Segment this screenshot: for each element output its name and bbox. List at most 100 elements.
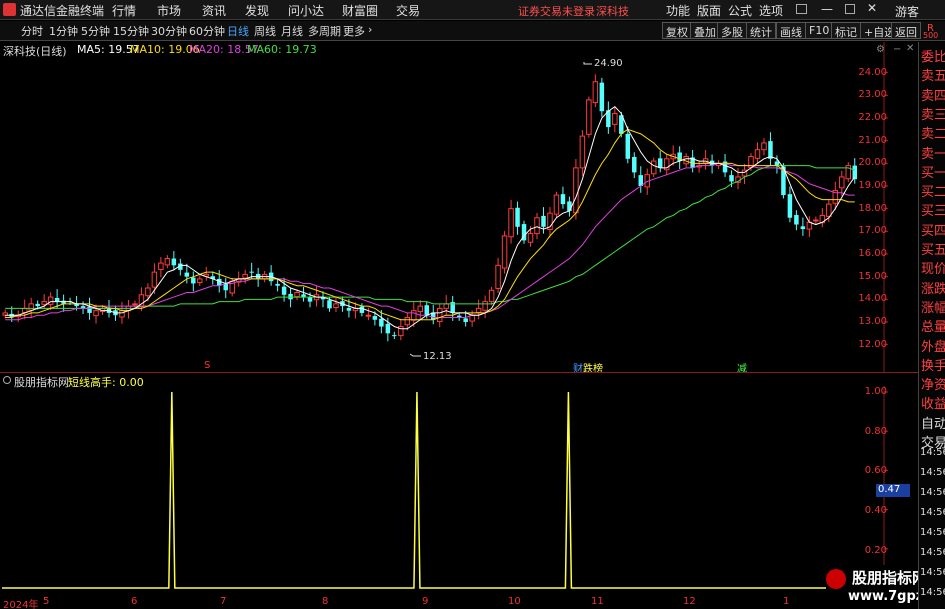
side-label: 买四	[921, 223, 945, 239]
menu-faxian[interactable]: 发现	[245, 2, 269, 19]
period-monthly[interactable]: 月线	[281, 23, 303, 39]
period-60min[interactable]: 60分钟	[189, 23, 225, 39]
date-label: 1	[783, 596, 790, 607]
high-price-label: 24.90	[594, 58, 623, 69]
indicator-toggle-icon[interactable]	[3, 376, 11, 384]
f10-button[interactable]: F10	[805, 22, 834, 39]
price-tick: 16.00	[858, 248, 887, 259]
date-label: 11	[591, 596, 604, 607]
user-label[interactable]: 游客	[895, 3, 919, 20]
date-axis: 2024年 5 6 7 8 9 10 11 12 1	[0, 596, 918, 609]
price-tick: 20.00	[858, 157, 887, 169]
price-tick: 24.00	[858, 66, 887, 78]
watermark-title: 股朋指标网	[852, 569, 928, 587]
side-time: 14:56	[920, 487, 945, 498]
period-5min[interactable]: 5分钟	[81, 23, 110, 39]
ind-axis-2: 0.80	[864, 426, 887, 437]
side-label: 收益	[921, 397, 945, 413]
side-label: 卖一	[921, 146, 945, 162]
side-label: 涨跌	[921, 281, 945, 297]
date-label: 8	[322, 596, 329, 607]
duogu-button[interactable]: 多股	[717, 22, 747, 39]
price-tick: 18.00	[858, 202, 887, 214]
period-daily[interactable]: 日线	[227, 23, 249, 39]
price-tick: 21.00	[858, 134, 887, 146]
side-label: 总量	[921, 320, 945, 336]
menu-xuanxiang[interactable]: 选项	[759, 2, 783, 19]
menu-wenxiaoda[interactable]: 问小达	[288, 2, 324, 19]
side-label: 涨幅	[921, 300, 945, 316]
side-label: 换手	[921, 358, 945, 374]
fuquan-button[interactable]: 复权	[662, 22, 692, 39]
maximize-icon[interactable]	[845, 4, 855, 14]
price-tick: 22.00	[858, 112, 887, 123]
app-name: 通达信金融终端	[20, 4, 105, 18]
tongji-button[interactable]: 统计	[746, 22, 776, 39]
close-icon[interactable]: ✕	[867, 1, 877, 15]
menu-gongneng[interactable]: 功能	[666, 2, 690, 19]
ind-axis-5: 0.20	[864, 545, 887, 556]
stock-link[interactable]: 深科技	[596, 3, 629, 19]
period-multi[interactable]: 多周期	[308, 23, 341, 39]
minimize-icon[interactable]: —	[821, 2, 833, 16]
period-fenshi[interactable]: 分时	[21, 23, 43, 39]
side-label: 买五	[921, 243, 945, 258]
window-icon[interactable]	[796, 4, 807, 14]
side-label: 净资	[921, 378, 945, 394]
ind-axis-3: 0.60	[864, 465, 887, 476]
date-label: 9	[422, 596, 429, 607]
menu-caifuquan[interactable]: 财富圈	[342, 2, 378, 19]
date-label: 6	[131, 596, 138, 607]
price-tick: 13.00	[858, 316, 887, 327]
side-label: 买一	[921, 165, 945, 181]
menu-banmian[interactable]: 版面	[697, 2, 721, 19]
ind-axis-1: 1.00	[864, 386, 887, 397]
menu-gongshi[interactable]: 公式	[728, 2, 752, 19]
price-tick: 15.00	[858, 270, 887, 282]
side-label: 卖五	[921, 69, 945, 85]
side-time: 14:56	[920, 587, 945, 598]
diejia-button[interactable]: 叠加	[690, 22, 720, 39]
side-label: 委比	[921, 50, 945, 65]
title-bar: 通达信金融终端 行情 市场 资讯 发现 问小达 财富圈 交易 证券交易未登录 深…	[0, 0, 945, 20]
period-toolbar: 分时 1分钟 5分钟 15分钟 30分钟 60分钟 日线 周线 月线 多周期 更…	[0, 21, 945, 41]
period-1min[interactable]: 1分钟	[49, 23, 78, 39]
side-time: 14:56	[920, 467, 945, 478]
price-tick: 19.00	[858, 180, 887, 191]
menu-hangqing[interactable]: 行情	[112, 2, 136, 19]
menu-zixun[interactable]: 资讯	[202, 2, 226, 19]
marker-s[interactable]: S	[204, 360, 210, 371]
side-label: 卖二	[921, 127, 945, 143]
side-time: 14:56	[920, 447, 945, 458]
price-tick: 17.00	[858, 225, 887, 237]
login-warning[interactable]: 证券交易未登录	[518, 3, 595, 19]
watermark-logo-icon	[826, 569, 846, 589]
date-label: 5	[43, 596, 50, 607]
side-label: 卖四	[921, 88, 945, 104]
huaxian-button[interactable]: 画线	[776, 22, 806, 39]
date-label: 7	[220, 596, 227, 607]
fanhui-button[interactable]: 返回	[891, 22, 921, 39]
low-price-label: 12.13	[423, 351, 452, 362]
date-label: 12	[683, 596, 696, 607]
quote-side-panel: R 500 委比 卖五 卖四 卖三 卖二 卖一 买一 买二 买三 买四 买五 现价 涨跌 涨幅 总量 外盘 换手…	[918, 23, 945, 609]
panel-divider[interactable]	[0, 372, 918, 373]
indicator-axis-layer: 1.00 0.80 0.60 0.40 0.20 0.47	[0, 386, 918, 596]
menu-jiaoyi[interactable]: 交易	[396, 2, 420, 19]
menu-shichang[interactable]: 市场	[157, 2, 181, 19]
period-weekly[interactable]: 周线	[254, 23, 276, 39]
biaoji-button[interactable]: 标记	[831, 22, 861, 39]
ind-axis-4: 0.40	[864, 505, 887, 516]
period-30min[interactable]: 30分钟	[151, 23, 187, 39]
current-value-box: 0.47	[876, 484, 910, 497]
side-label[interactable]: 自动	[921, 413, 945, 432]
side-label: 卖三	[921, 107, 945, 123]
side-time: 14:56	[920, 527, 945, 538]
price-tick: 12.00	[858, 338, 887, 350]
chevron-right-icon[interactable]: ›	[368, 23, 372, 36]
price-tick: 23.00	[858, 89, 887, 101]
period-15min[interactable]: 15分钟	[113, 23, 149, 39]
period-more[interactable]: 更多	[343, 23, 365, 39]
side-label: 外盘	[921, 339, 945, 355]
price-tick: 14.00	[858, 293, 887, 305]
